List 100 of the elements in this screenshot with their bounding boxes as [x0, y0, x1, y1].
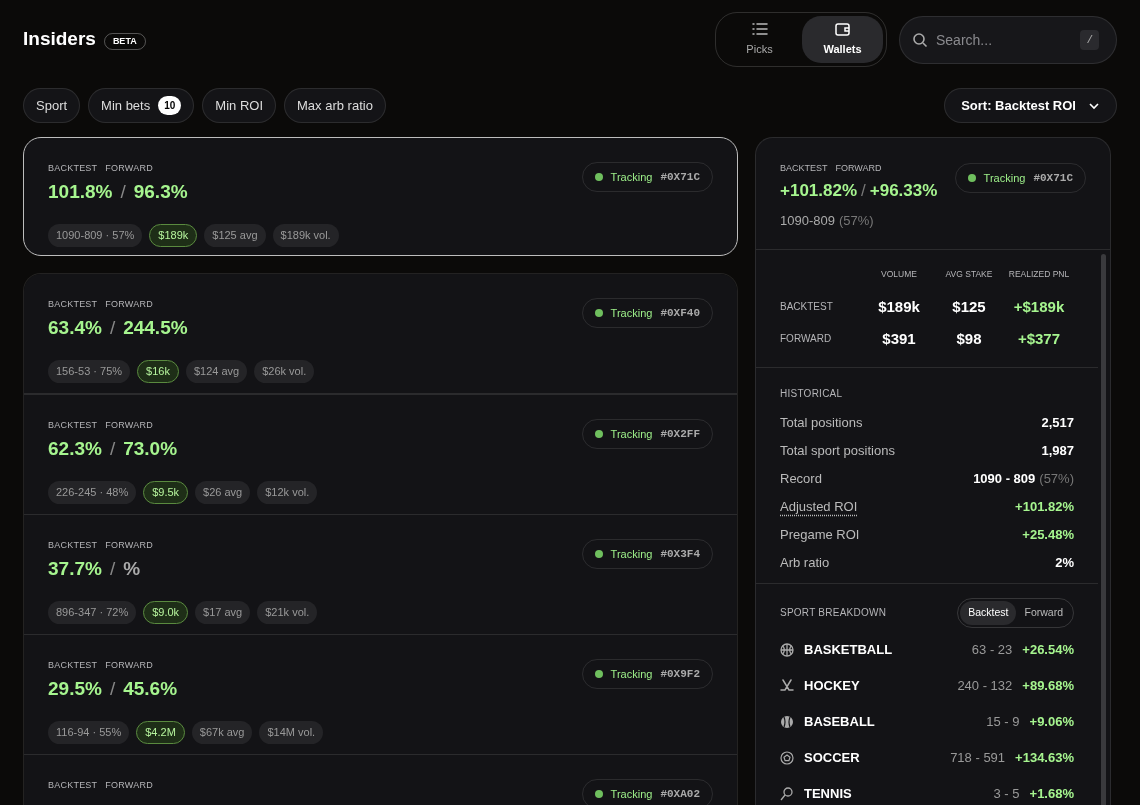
status-text: Tracking [610, 786, 653, 802]
record-chip: 226-245 · 48% [48, 481, 137, 504]
backtest-label: BACKTEST [48, 779, 98, 792]
record-chip: 1090-809 · 57% [48, 224, 143, 247]
page-title: Insiders [23, 27, 96, 52]
wallet-id: #0X71C [1033, 170, 1073, 186]
column-header: REALIZED PNL [1007, 268, 1071, 281]
count-badge: 10 [158, 96, 182, 115]
backtest-label: BACKTEST [48, 162, 98, 175]
view-tab[interactable]: Wallets [802, 16, 883, 63]
row-label: BACKTEST [780, 299, 834, 314]
pnl-chip: $16k [137, 360, 179, 383]
wallet-icon [834, 21, 851, 38]
volume-chip: $14M vol. [259, 721, 324, 744]
forward-label: FORWARD [105, 779, 153, 792]
wallet-id: #0X9F2 [660, 666, 700, 682]
status-text: Tracking [983, 170, 1026, 186]
stat-value: +101.82% [1015, 498, 1074, 516]
stat-label: Pregame ROI [780, 526, 860, 544]
baseball-icon [780, 714, 794, 729]
stat-value: +$377 [1016, 328, 1062, 349]
pnl-chip: $9.0k [143, 601, 189, 624]
status-text: Tracking [610, 546, 653, 562]
wallet-card[interactable]: BACKTEST FORWARD 101.8% / 96.3% Tracking #0X71C 1090-809 · 57% $189k $125 avg $189k vol. [23, 137, 738, 256]
slash-separator: / [120, 179, 126, 204]
backtest-roi: 63.4% [48, 315, 102, 340]
row-label: FORWARD [780, 331, 833, 346]
tennis-racket-icon [780, 786, 794, 801]
record-chip: 116-94 · 55% [48, 721, 130, 744]
slash-separator: / [109, 315, 116, 340]
forward-roi: 73.0% [123, 436, 178, 461]
breakdown-tab[interactable]: Backtest [960, 600, 1017, 625]
sport-name: BASEBALL [804, 712, 876, 731]
sport-name: BASKETBALL [804, 640, 894, 659]
filter-chip[interactable]: Sport [23, 88, 81, 123]
stat-value: 1090 - 809 [973, 470, 1036, 488]
backtest-roi: 37.7% [48, 556, 102, 581]
breakdown-tab[interactable]: Forward [1016, 600, 1071, 625]
wallet-card[interactable]: BACKTEST FORWARD 29.5% / 45.6% Tracking #0X9F2 116-94 · 55% $4.2M $67k avg $14M vol. [24, 634, 737, 754]
sport-name: TENNIS [804, 784, 853, 803]
sport-name: SOCCER [804, 748, 861, 767]
wallet-id: #0X2FF [660, 426, 700, 442]
forward-roi: 96.3% [133, 179, 188, 204]
backtest-roi: 29.5% [48, 676, 102, 701]
sport-record: 15 - 9 [986, 712, 1020, 731]
stat-value: $125 [951, 296, 987, 317]
stat-label: Adjusted ROI [780, 498, 858, 516]
wallet-card[interactable]: BACKTEST FORWARD 62.3% / 73.0% Tracking #0X2FF 226-245 · 48% $9.5k $26 avg $12k vol. [24, 394, 737, 514]
sport-roi: +9.06% [1029, 712, 1074, 731]
forward-label: FORWARD [835, 162, 882, 175]
backtest-label: BACKTEST [48, 419, 98, 432]
sport-roi: +26.54% [1022, 640, 1074, 659]
stat-value: 2,517 [1041, 414, 1074, 432]
stat-label: Total sport positions [780, 442, 895, 460]
volume-chip: $21k vol. [257, 601, 318, 624]
forward-label: FORWARD [105, 298, 153, 311]
filter-chip[interactable]: Min bets 10 [88, 88, 195, 123]
stat-label: Record [780, 470, 822, 488]
section-title: SPORT BREAKDOWN [780, 606, 887, 621]
status-text: Tracking [610, 666, 653, 682]
pnl-chip: $4.2M [136, 721, 185, 744]
pnl-chip: $189k [149, 224, 198, 247]
slash-separator: / [109, 436, 116, 461]
stat-value: $391 [881, 328, 917, 349]
backtest-label: BACKTEST [48, 539, 98, 552]
avg-stake-chip: $125 avg [204, 224, 266, 247]
stat-value: +25.48% [1022, 526, 1074, 544]
win-rate-text: (57%) [1039, 470, 1074, 488]
wallet-id: #0X3F4 [660, 546, 700, 562]
wallet-card[interactable]: BACKTEST FORWARD 63.4% / 244.5% Tracking #0XF40 156-53 · 75% $16k $124 avg $26k vol. [24, 274, 737, 394]
record-text: 1090-809 [780, 212, 835, 230]
volume-chip: $189k vol. [272, 224, 339, 247]
record-chip: 896-347 · 72% [48, 601, 137, 624]
wallet-card[interactable]: BACKTEST FORWARD 37.7% / % Tracking #0X3F4 896-347 · 72% $9.0k $17 avg $21k vol. [24, 514, 737, 634]
wallet-card[interactable]: BACKTEST FORWARD Tracking #0XA02 [24, 754, 737, 805]
soccer-ball-icon [780, 750, 794, 765]
column-header: AVG STAKE [944, 268, 994, 281]
sort-dropdown[interactable]: Sort: Backtest ROI [944, 88, 1117, 123]
status-text: Tracking [610, 169, 653, 185]
wallet-id: #0XF40 [660, 305, 700, 321]
scrollbar[interactable] [1101, 254, 1106, 805]
view-tab[interactable]: Picks [719, 16, 800, 63]
slash-separator: / [109, 676, 116, 701]
stat-label: Total positions [780, 414, 863, 432]
stat-value: +$189k [1012, 296, 1066, 317]
filter-chip[interactable]: Max arb ratio [284, 88, 386, 123]
filter-chip[interactable]: Min ROI [202, 88, 276, 123]
column-header: VOLUME [880, 268, 918, 281]
search-icon [912, 31, 928, 48]
forward-roi: 244.5% [123, 315, 188, 340]
sport-record: 3 - 5 [993, 784, 1020, 803]
sport-name: HOCKEY [804, 676, 861, 695]
hockey-sticks-icon [780, 678, 794, 693]
forward-label: FORWARD [105, 162, 153, 175]
stat-value: 1,987 [1041, 442, 1074, 460]
sport-roi: +89.68% [1022, 676, 1074, 695]
forward-roi: 45.6% [123, 676, 178, 701]
slash-separator: / [109, 556, 116, 581]
volume-chip: $26k vol. [254, 360, 315, 383]
pnl-chip: $9.5k [143, 481, 189, 504]
